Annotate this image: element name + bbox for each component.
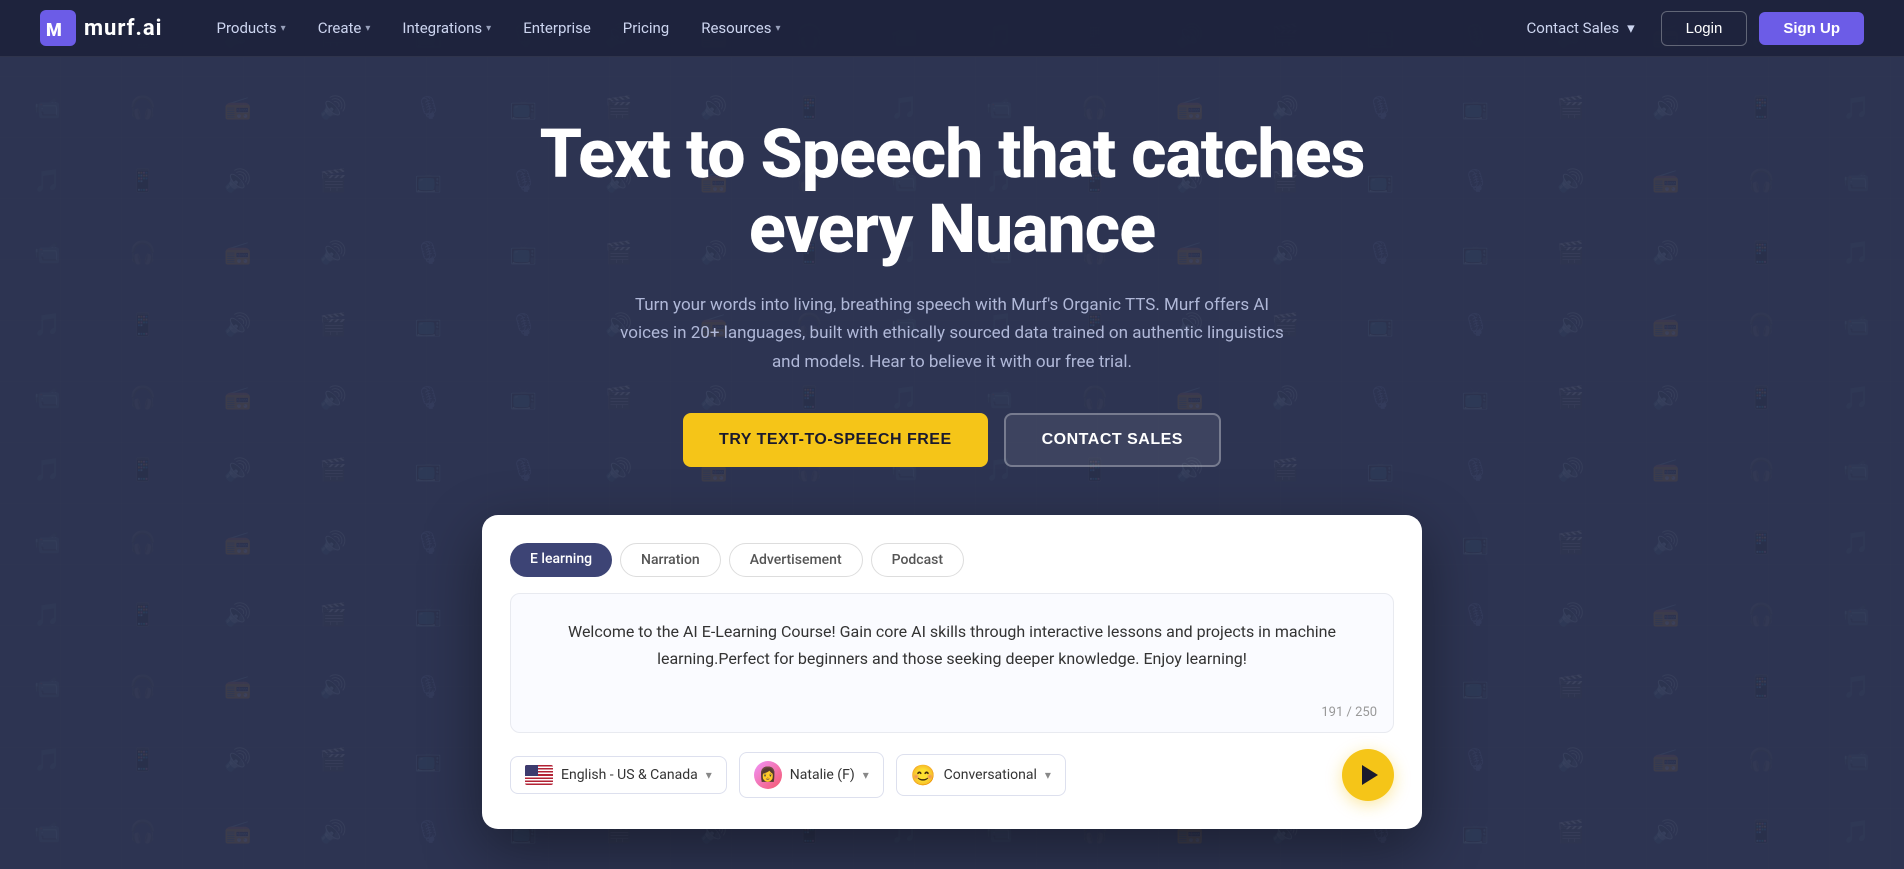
chevron-down-icon: ▾ (775, 23, 780, 34)
svg-text:M: M (46, 20, 62, 41)
logo[interactable]: M murf.ai (40, 10, 162, 46)
chevron-down-icon: ▾ (486, 23, 491, 34)
navbar: M murf.ai Products ▾ Create ▾ Integratio… (0, 0, 1904, 57)
nav-link-products[interactable]: Products ▾ (202, 11, 299, 45)
hero-title: Text to Speech that catches every Nuance (452, 117, 1452, 267)
nav-link-resources[interactable]: Resources ▾ (687, 11, 794, 45)
nav-link-create[interactable]: Create ▾ (304, 11, 385, 45)
hero-buttons: TRY TEXT-TO-SPEECH FREE CONTACT SALES (683, 413, 1221, 467)
nav-right: Contact Sales ▾ Login Sign Up (1513, 11, 1864, 46)
style-label: Conversational (944, 767, 1037, 783)
chevron-down-icon: ▾ (863, 768, 869, 782)
contact-sales-button[interactable]: CONTACT SALES (1004, 413, 1221, 467)
chevron-down-icon: ▾ (706, 768, 712, 782)
play-button[interactable] (1342, 749, 1394, 801)
language-label: English - US & Canada (561, 767, 698, 783)
nav-links: Products ▾ Create ▾ Integrations ▾ Enter… (202, 11, 1512, 45)
signup-button[interactable]: Sign Up (1759, 12, 1864, 45)
voice-selector[interactable]: 👩 Natalie (F) ▾ (739, 752, 884, 798)
voice-label: Natalie (F) (790, 767, 855, 783)
try-free-button[interactable]: TRY TEXT-TO-SPEECH FREE (683, 413, 988, 467)
chevron-down-icon: ▾ (281, 23, 286, 34)
contact-sales-nav-link[interactable]: Contact Sales ▾ (1513, 11, 1649, 45)
logo-text: murf.ai (84, 16, 162, 41)
smiley-icon: 😊 (911, 763, 936, 787)
demo-tabs: E learning Narration Advertisement Podca… (510, 543, 1394, 577)
chevron-down-icon: ▾ (1627, 19, 1635, 37)
hero-subtitle: Turn your words into living, breathing s… (612, 291, 1292, 378)
nav-link-pricing[interactable]: Pricing (609, 11, 683, 45)
demo-textarea[interactable]: Welcome to the AI E-Learning Course! Gai… (510, 593, 1394, 733)
char-count: 191 / 250 (1321, 705, 1377, 720)
language-selector[interactable]: English - US & Canada ▾ (510, 756, 727, 794)
style-selector[interactable]: 😊 Conversational ▾ (896, 754, 1066, 796)
voice-avatar: 👩 (754, 761, 782, 789)
tab-e-learning[interactable]: E learning (510, 543, 612, 577)
login-button[interactable]: Login (1661, 11, 1748, 46)
chevron-down-icon: ▾ (365, 23, 370, 34)
chevron-down-icon: ▾ (1045, 768, 1051, 782)
nav-link-enterprise[interactable]: Enterprise (509, 11, 605, 45)
hero-section: Text to Speech that catches every Nuance… (0, 57, 1904, 869)
tab-podcast[interactable]: Podcast (871, 543, 964, 577)
play-icon (1362, 765, 1378, 785)
logo-icon: M (40, 10, 76, 46)
nav-link-integrations[interactable]: Integrations ▾ (388, 11, 505, 45)
demo-controls: English - US & Canada ▾ 👩 Natalie (F) ▾ … (510, 749, 1394, 801)
tab-advertisement[interactable]: Advertisement (729, 543, 863, 577)
flag-us-icon (525, 765, 553, 785)
demo-text-content: Welcome to the AI E-Learning Course! Gai… (535, 618, 1369, 672)
demo-card: E learning Narration Advertisement Podca… (482, 515, 1422, 829)
tab-narration[interactable]: Narration (620, 543, 721, 577)
